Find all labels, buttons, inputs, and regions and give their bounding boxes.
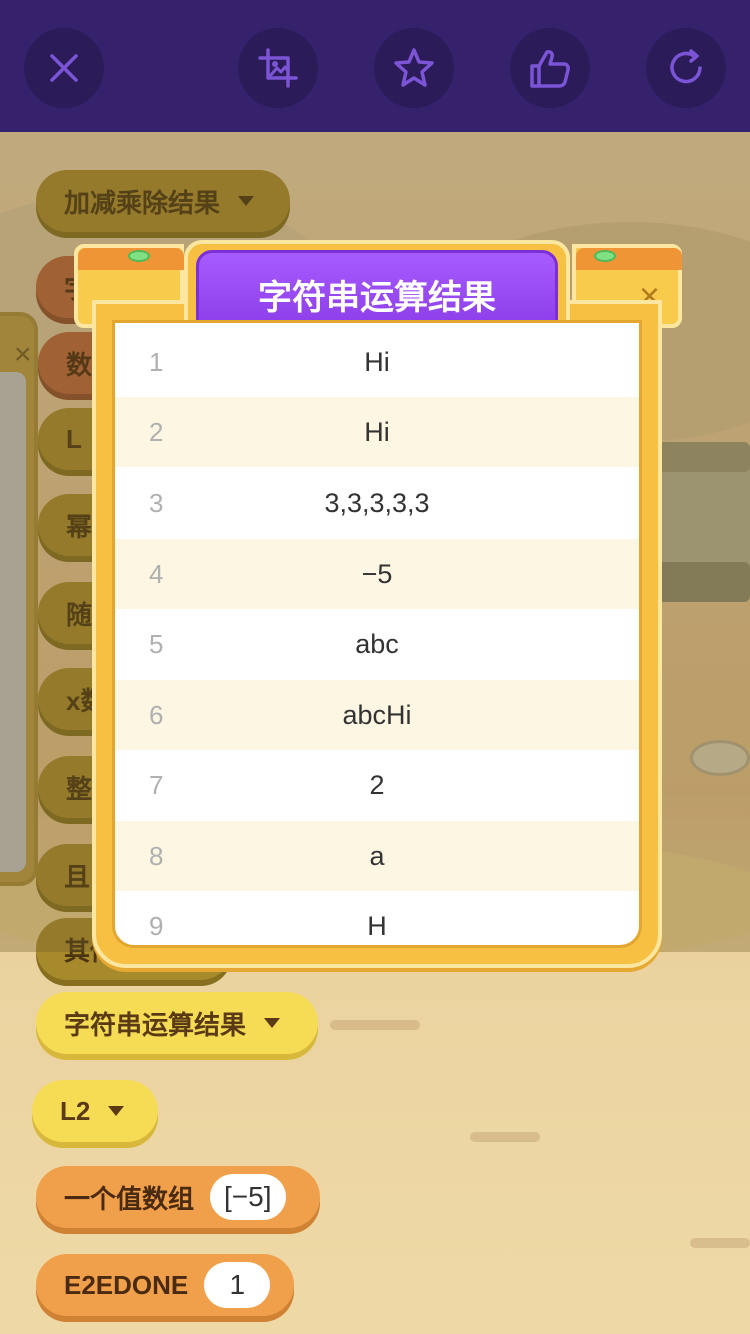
block-string-result[interactable]: 字符串运算结果 (36, 992, 318, 1054)
result-row: 9 H (115, 891, 639, 945)
block-add-sub-mul-div[interactable]: 加减乘除结果 (36, 170, 290, 232)
block-label: 字符串运算结果 (64, 1009, 247, 1040)
row-value: abcHi (342, 699, 412, 730)
row-index: 5 (149, 628, 164, 659)
block-e2edone[interactable]: E2EDONE 1 (36, 1254, 294, 1316)
row-index: 9 (149, 910, 164, 941)
block-value: [−5] (210, 1174, 286, 1220)
chevron-down-icon (108, 1106, 125, 1116)
screenshot-icon (258, 48, 298, 88)
background-rock (690, 740, 750, 776)
background-ruin (650, 562, 750, 602)
like-button[interactable] (510, 28, 590, 108)
result-row: 7 2 (115, 750, 639, 820)
background-sand-mark (690, 1238, 750, 1248)
block-label: 数 (66, 349, 93, 380)
row-value: 2 (369, 769, 385, 800)
row-value: H (367, 910, 387, 941)
result-row: 5 abc (115, 609, 639, 679)
row-value: abc (355, 628, 399, 659)
row-index: 7 (149, 769, 164, 800)
background-sand-mark (330, 1020, 420, 1030)
block-l2[interactable]: L2 (32, 1080, 158, 1142)
result-row: 1 Hi (115, 327, 639, 397)
side-panel-body (0, 372, 26, 872)
result-row: 2 Hi (115, 397, 639, 467)
row-value: Hi (364, 346, 390, 377)
row-value: a (369, 840, 385, 871)
result-list[interactable]: 1 Hi 2 Hi 3 3,3,3,3,3 4 −5 5 abc 6 abcHi… (112, 320, 642, 948)
top-bar (0, 0, 750, 132)
refresh-icon (670, 49, 702, 84)
star-icon (394, 48, 434, 87)
row-value: −5 (361, 558, 393, 589)
favorite-button[interactable] (374, 28, 454, 108)
block-single-value-array[interactable]: 一个值数组 [−5] (36, 1166, 320, 1228)
close-button[interactable] (24, 28, 104, 108)
block-label: L2 (60, 1095, 91, 1126)
block-value: 1 (204, 1262, 271, 1308)
background-sand-mark (470, 1132, 540, 1142)
chevron-down-icon (238, 196, 255, 206)
block-label: 一个值数组 (64, 1183, 195, 1214)
block-label: 整 (66, 773, 93, 804)
side-panel-close-icon[interactable]: × (14, 338, 32, 372)
modal-ear-stripe (576, 248, 682, 270)
row-index: 8 (149, 840, 164, 871)
row-value: 3,3,3,3,3 (324, 487, 430, 518)
chevron-down-icon (264, 1018, 281, 1028)
row-index: 3 (149, 487, 164, 518)
row-index: 1 (149, 346, 164, 377)
refresh-button[interactable] (646, 28, 726, 108)
result-row: 3 3,3,3,3,3 (115, 468, 639, 538)
string-result-modal: × 字符串运算结果 1 Hi 2 Hi 3 3,3,3,3,3 4 −5 5 a… (74, 240, 682, 968)
block-label: 加减乘除结果 (64, 187, 221, 218)
row-value: Hi (364, 416, 390, 447)
block-label: 随 (66, 599, 93, 630)
thumbs-up-icon (530, 50, 570, 88)
row-index: 4 (149, 558, 164, 589)
result-row: 4 −5 (115, 539, 639, 609)
block-label: E2EDONE (64, 1269, 189, 1300)
block-label: 且 (64, 861, 91, 892)
block-label: L (66, 423, 82, 454)
close-icon (50, 54, 78, 82)
screenshot-button[interactable] (238, 28, 318, 108)
row-index: 2 (149, 416, 164, 447)
row-index: 6 (149, 699, 164, 730)
result-row: 8 a (115, 821, 639, 891)
light-bulb (128, 250, 150, 262)
result-row: 6 abcHi (115, 680, 639, 750)
light-bulb (594, 250, 616, 262)
side-panel (0, 312, 38, 886)
block-label: 幂 (66, 511, 93, 542)
